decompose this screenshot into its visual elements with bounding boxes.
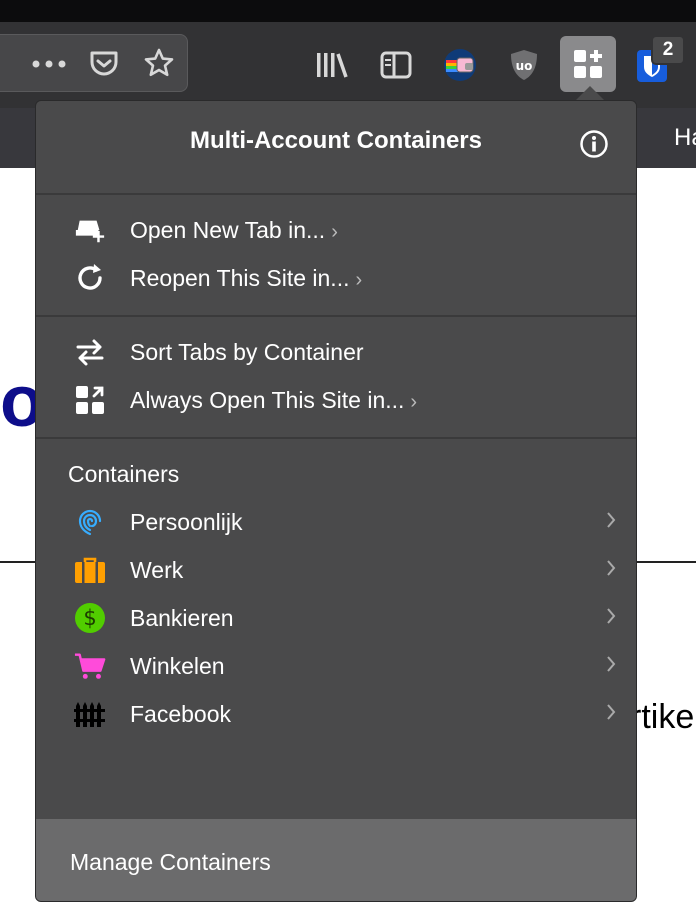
window-top-strip (0, 0, 696, 22)
container-item-werk[interactable]: Werk (36, 547, 636, 593)
svg-text:uo: uo (516, 59, 533, 73)
container-label: Werk (130, 557, 184, 583)
container-label: Winkelen (130, 653, 225, 679)
url-bar[interactable] (0, 34, 188, 92)
nav-partial-link[interactable]: Ha (674, 124, 696, 152)
always-open-site-label: Always Open This Site in... › (130, 387, 418, 413)
open-new-tab-in-label: Open New Tab in... › (130, 217, 338, 243)
briefcase-icon (74, 555, 106, 585)
bookmark-star-icon[interactable] (141, 45, 177, 81)
containers-icon[interactable] (560, 36, 616, 92)
nyan-cat-icon[interactable] (442, 47, 478, 83)
container-item-bankieren[interactable]: $ Bankieren (36, 595, 636, 641)
sort-arrows-icon (74, 337, 106, 367)
container-label: Facebook (130, 701, 232, 727)
more-dots-icon[interactable] (29, 53, 69, 75)
page-partial-text: rtike (630, 698, 695, 736)
sort-tabs-item[interactable]: Sort Tabs by Container (36, 329, 636, 375)
chevron-right-icon (606, 607, 616, 630)
separator (36, 193, 636, 195)
popup-header: Multi-Account Containers (36, 101, 636, 193)
bitwarden-badge: 2 (651, 35, 685, 65)
containers-heading: Containers (68, 461, 180, 487)
fence-icon (74, 699, 106, 729)
chevron-right-icon (606, 703, 616, 726)
container-item-facebook[interactable]: Facebook (36, 691, 636, 737)
chevron-right-icon: › (331, 221, 338, 243)
manage-containers-button[interactable]: Manage Containers (36, 819, 636, 901)
container-item-persoonlijk[interactable]: Persoonlijk (36, 499, 636, 545)
chevron-right-icon: › (355, 269, 363, 291)
container-label: Persoonlijk (130, 509, 243, 535)
sidebar-icon[interactable] (378, 48, 414, 82)
svg-text:$: $ (83, 606, 96, 630)
reopen-site-in-item[interactable]: Reopen This Site in... › (36, 255, 636, 301)
reopen-icon (74, 263, 106, 293)
sort-tabs-label: Sort Tabs by Container (130, 339, 364, 365)
chevron-right-icon (606, 559, 616, 582)
container-label: Bankieren (130, 605, 234, 631)
dollar-icon: $ (74, 603, 106, 633)
fingerprint-icon (74, 507, 106, 537)
cart-icon (74, 651, 106, 681)
reopen-site-in-label: Reopen This Site in... › (130, 265, 363, 291)
pocket-icon[interactable] (87, 47, 121, 81)
always-open-icon (74, 385, 106, 415)
chevron-right-icon (606, 655, 616, 678)
info-icon[interactable] (579, 129, 609, 159)
popup-arrow (576, 86, 604, 100)
manage-containers-label: Manage Containers (70, 849, 271, 875)
ublock-icon[interactable]: uo (506, 46, 542, 84)
library-icon[interactable] (314, 48, 350, 82)
always-open-site-item[interactable]: Always Open This Site in... › (36, 377, 636, 423)
chevron-right-icon: › (410, 391, 418, 413)
separator (36, 315, 636, 317)
new-tab-icon (74, 215, 106, 245)
popup-title: Multi-Account Containers (190, 127, 482, 154)
containers-popup: Multi-Account Containers Open New Tab in… (35, 100, 637, 902)
open-new-tab-in-item[interactable]: Open New Tab in... › (36, 207, 636, 253)
container-item-winkelen[interactable]: Winkelen (36, 643, 636, 689)
separator (36, 437, 636, 439)
chevron-right-icon (606, 511, 616, 534)
